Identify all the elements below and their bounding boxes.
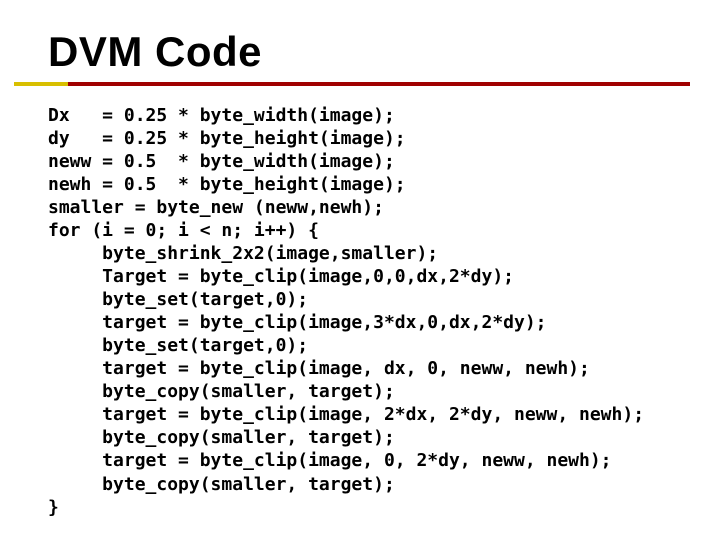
underline-accent [14,82,68,86]
page-title: DVM Code [48,28,680,76]
underline-main [68,82,690,86]
title-underline [48,82,680,86]
code-block: Dx = 0.25 * byte_width(image); dy = 0.25… [48,104,680,519]
slide: DVM Code Dx = 0.25 * byte_width(image); … [0,0,720,540]
